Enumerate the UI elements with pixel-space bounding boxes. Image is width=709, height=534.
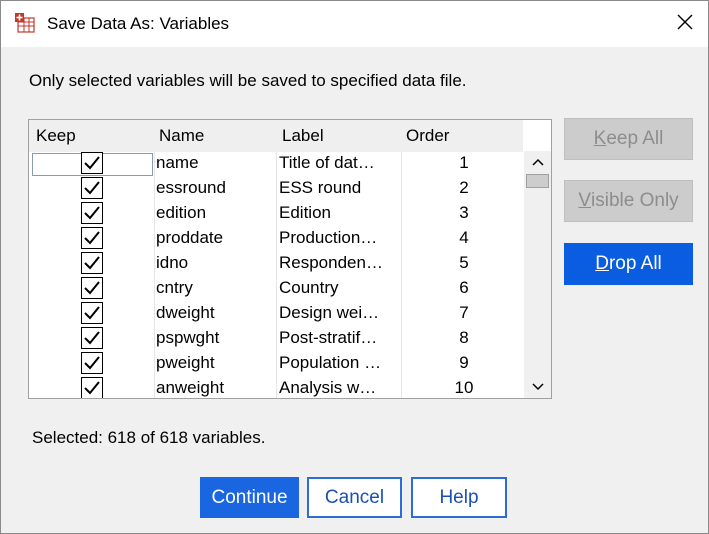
visible-only-mnemonic: V [578, 190, 592, 211]
drop-all-label: rop All [608, 253, 662, 274]
table-row[interactable]: idno Responden… 5 [29, 251, 523, 276]
checkmark-icon [84, 281, 100, 295]
table-row[interactable]: pspwght Post-stratif… 8 [29, 326, 523, 351]
keep-checkbox[interactable] [81, 377, 103, 398]
variable-label[interactable]: Responden… [279, 253, 401, 273]
visible-only-button[interactable]: Visible Only [564, 180, 693, 222]
header-name[interactable]: Name [159, 126, 204, 146]
checkmark-icon [84, 156, 100, 170]
checkmark-icon [84, 181, 100, 195]
table-row[interactable]: proddate Production… 4 [29, 226, 523, 251]
table-header: Keep Name Label Order [29, 120, 523, 152]
variable-name[interactable]: pspwght [156, 328, 274, 348]
table-row[interactable]: anweight Analysis w… 10 [29, 376, 523, 398]
keep-checkbox[interactable] [81, 352, 103, 374]
table-row[interactable]: dweight Design wei… 7 [29, 301, 523, 326]
drop-all-mnemonic: D [595, 253, 609, 274]
keep-checkbox[interactable] [81, 302, 103, 324]
table-row[interactable]: name Title of dat… 1 [29, 151, 523, 176]
close-button[interactable] [662, 1, 708, 47]
keep-checkbox[interactable] [81, 202, 103, 224]
continue-button[interactable]: Continue [200, 477, 299, 518]
variable-label[interactable]: ESS round [279, 178, 401, 198]
header-keep[interactable]: Keep [36, 126, 76, 146]
variable-label[interactable]: Design wei… [279, 303, 401, 323]
spss-data-icon [14, 12, 36, 34]
variable-name[interactable]: idno [156, 253, 274, 273]
variable-label[interactable]: Edition [279, 203, 401, 223]
variable-label[interactable]: Title of dat… [279, 153, 401, 173]
variable-label[interactable]: Population … [279, 353, 401, 373]
visible-only-label: isible Only [591, 190, 679, 211]
keep-all-button[interactable]: Keep All [564, 118, 693, 160]
title-bar: Save Data As: Variables [1, 1, 708, 47]
variable-name[interactable]: proddate [156, 228, 274, 248]
drop-all-button[interactable]: Drop All [564, 243, 693, 285]
table-row[interactable]: cntry Country 6 [29, 276, 523, 301]
keep-checkbox[interactable] [81, 152, 103, 174]
variable-order: 10 [454, 378, 474, 397]
chevron-down-icon [531, 378, 544, 396]
variable-name[interactable]: edition [156, 203, 274, 223]
variable-order: 1 [459, 153, 469, 172]
window-title: Save Data As: Variables [47, 14, 230, 33]
table-row[interactable]: pweight Population … 9 [29, 351, 523, 376]
scroll-thumb[interactable] [526, 174, 549, 188]
checkmark-icon [84, 331, 100, 345]
table-rows: name Title of dat… 1 essround ESS round 2 edit… [29, 151, 523, 398]
variable-name[interactable]: name [156, 153, 274, 173]
variable-name[interactable]: pweight [156, 353, 274, 373]
variable-name[interactable]: cntry [156, 278, 274, 298]
variable-order: 6 [459, 278, 469, 297]
variable-label[interactable]: Country [279, 278, 401, 298]
keep-checkbox[interactable] [81, 277, 103, 299]
header-label[interactable]: Label [282, 126, 324, 146]
vertical-scrollbar[interactable] [524, 151, 551, 398]
selected-count-status: Selected: 618 of 618 variables. [32, 428, 266, 447]
keep-checkbox[interactable] [81, 252, 103, 274]
keep-checkbox[interactable] [81, 227, 103, 249]
variable-label[interactable]: Analysis w… [279, 378, 401, 398]
scroll-up-button[interactable] [524, 151, 551, 173]
variable-order: 8 [459, 328, 469, 347]
checkmark-icon [84, 381, 100, 395]
checkmark-icon [84, 306, 100, 320]
header-order[interactable]: Order [406, 126, 449, 146]
variable-order: 9 [459, 353, 469, 372]
keep-checkbox[interactable] [81, 327, 103, 349]
variable-label[interactable]: Production… [279, 228, 401, 248]
variable-order: 2 [459, 178, 469, 197]
variable-name[interactable]: essround [156, 178, 274, 198]
keep-checkbox[interactable] [81, 177, 103, 199]
variable-order: 7 [459, 303, 469, 322]
keep-all-mnemonic: K [593, 128, 607, 149]
variable-label[interactable]: Post-stratif… [279, 328, 401, 348]
keep-all-label: eep All [606, 128, 664, 149]
variable-order: 3 [459, 203, 469, 222]
table-row[interactable]: edition Edition 3 [29, 201, 523, 226]
save-data-as-variables-dialog: Save Data As: Variables Only selected va… [0, 0, 709, 534]
checkmark-icon [84, 356, 100, 370]
variable-name[interactable]: anweight [156, 378, 274, 398]
chevron-up-icon [531, 153, 544, 171]
checkmark-icon [84, 256, 100, 270]
variable-name[interactable]: dweight [156, 303, 274, 323]
scroll-down-button[interactable] [524, 376, 551, 398]
instruction-text: Only selected variables will be saved to… [29, 71, 467, 90]
variable-order: 4 [459, 228, 469, 247]
cancel-button[interactable]: Cancel [307, 477, 402, 518]
help-button[interactable]: Help [411, 477, 507, 518]
close-icon [677, 14, 693, 35]
checkmark-icon [84, 231, 100, 245]
checkmark-icon [84, 206, 100, 220]
table-row[interactable]: essround ESS round 2 [29, 176, 523, 201]
variable-order: 5 [459, 253, 469, 272]
variables-table: Keep Name Label Order name Title of dat… 1… [28, 119, 552, 399]
